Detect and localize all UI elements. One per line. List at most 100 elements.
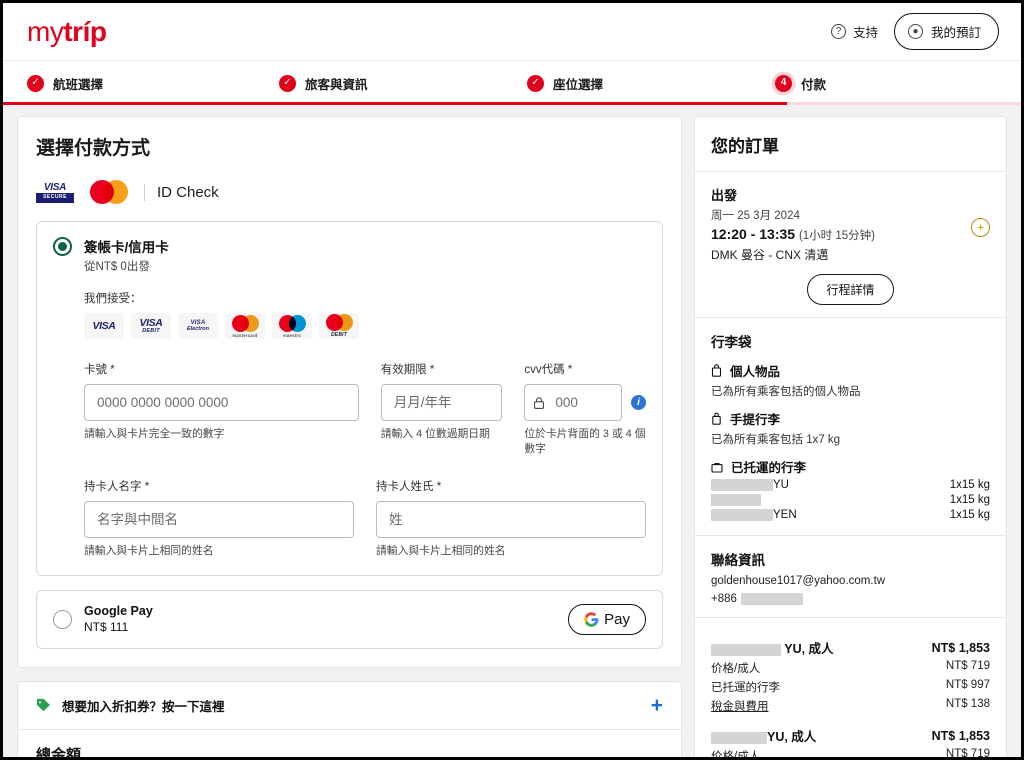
baggage-item-name: 個人物品	[730, 365, 781, 379]
expiry-label: 有效期限 *	[380, 364, 435, 376]
checked-bag-qty: 1x15 kg	[949, 494, 990, 506]
itinerary-details-button[interactable]: 行程詳情	[807, 274, 894, 305]
browser-page: mytríp ? 支持 ● 我的預訂 ✓ 航班選擇 ✓ 旅客與資訊 ✓ 座位選擇…	[0, 0, 1024, 760]
departure-route: DMK 曼谷 - CNX 清邁	[711, 248, 829, 262]
last-name-input[interactable]	[376, 501, 646, 539]
coupon-and-total-card: 想要加入折扣券？按一下這裡 + 總金額 小計 NT$ 5,560 付款選項	[17, 680, 682, 760]
google-pay-method-box[interactable]: Google Pay NT$ 111 Pay	[36, 589, 663, 649]
itinerary-details-wrap: 行程詳情	[711, 274, 990, 305]
price-line-label: 价格/成人	[711, 663, 761, 676]
card-number-input[interactable]	[84, 384, 359, 421]
departure-section: 出發 周一 25 3月 2024 12:20 - 13:35 (1小时 15分钟…	[695, 172, 1006, 318]
card-number-hint: 請輸入與卡片完全一致的數字	[84, 428, 225, 440]
card-method-radio[interactable]	[53, 237, 72, 256]
redacted-name	[711, 508, 773, 521]
user-circle-icon: ●	[907, 24, 923, 39]
mastercard-card-icon: mastercard	[225, 313, 265, 339]
baggage-item-checked: 已托運的行李 YU 1x15 kg 1x15 kg YEN 1x15 kg	[711, 457, 990, 523]
card-payment-method-box[interactable]: 簽帳卡/信用卡 從NT$ 0出發 我們接受： VISA VISA DEBIT VI…	[36, 221, 663, 576]
google-pay-radio[interactable]	[53, 610, 72, 630]
order-summary-title: 您的訂單	[711, 137, 779, 156]
expiry-group: 有效期限 * 請輸入 4 位數過期日期	[380, 361, 503, 456]
expiry-hint: 請輸入 4 位數過期日期	[380, 428, 490, 440]
my-booking-label: 我的預訂	[930, 26, 981, 40]
taxes-and-fees-link[interactable]: 稅金與費用	[711, 698, 769, 714]
departure-duration: (1小时 15分钟)	[798, 230, 875, 242]
price-line-value: NT$ 997	[945, 679, 990, 692]
checked-bag-qty: 1x15 kg	[949, 479, 990, 491]
last-name-hint: 請輸入與卡片上相同的姓名	[376, 545, 506, 558]
progress-fill	[3, 102, 787, 105]
step-seat-selection[interactable]: ✓ 座位選擇	[527, 74, 775, 93]
first-name-input[interactable]	[84, 501, 354, 539]
step-flight-selection[interactable]: ✓ 航班選擇	[27, 74, 279, 93]
checked-bag-row: 1x15 kg	[711, 493, 990, 508]
baggage-section: 行李袋 個人物品 已為所有乘客包括的個人物品 手提行李 已為所有乘客包括 1x7…	[695, 318, 1006, 536]
my-booking-button[interactable]: ● 我的預訂	[893, 13, 999, 50]
card-form-row-1: 卡號 * 請輸入與卡片完全一致的數字 有效期限 * 請輸入 4 位數過期日期 c…	[84, 361, 647, 456]
page-body: 選擇付款方式 VISA SECURE ID Check 簽帳卡/信用卡 從NT$…	[3, 105, 1021, 760]
price-line-value: NT$ 138	[945, 698, 990, 711]
baggage-item-name: 手提行李	[730, 413, 781, 427]
visa-electron-card-icon: VISA Electron	[178, 313, 218, 339]
mytrip-logo[interactable]: mytríp	[27, 15, 107, 48]
card-method-subtitle: 從NT$ 0出發	[84, 261, 150, 273]
plus-icon[interactable]: +	[651, 695, 663, 716]
step-done-icon: ✓	[279, 74, 296, 92]
expiry-input[interactable]	[380, 384, 503, 421]
payment-column: 選擇付款方式 VISA SECURE ID Check 簽帳卡/信用卡 從NT$…	[17, 116, 682, 760]
departure-label: 出發	[711, 188, 738, 203]
passenger-surname: YU	[773, 479, 789, 491]
redacted-name	[711, 493, 761, 506]
coupon-label: 想要加入折扣券？按一下這裡	[62, 699, 225, 714]
google-g-icon	[584, 612, 599, 627]
phone-prefix: +886	[711, 593, 737, 606]
coupon-row[interactable]: 想要加入折扣券？按一下這裡 +	[18, 682, 681, 730]
first-name-hint: 請輸入與卡片上相同的姓名	[84, 545, 214, 558]
logo-part-p: p	[89, 15, 107, 47]
google-pay-name: Google Pay	[84, 603, 153, 618]
step-passenger-info[interactable]: ✓ 旅客與資訊	[279, 74, 527, 93]
total-title: 總金額	[36, 746, 82, 760]
support-link[interactable]: ? 支持	[830, 22, 878, 41]
redacted-name	[711, 643, 781, 656]
maestro-card-icon: maestro	[272, 313, 312, 339]
airplane-circle-icon	[971, 218, 990, 237]
baggage-title: 行李袋	[711, 335, 752, 350]
google-pay-button[interactable]: Pay	[568, 603, 646, 635]
support-label: 支持	[852, 26, 878, 40]
step-label: 座位選擇	[553, 77, 604, 92]
cvv-label: cvv代碼 *	[524, 364, 573, 376]
price-line-label: 价格/成人	[711, 751, 761, 760]
checked-bag-icon	[711, 462, 723, 473]
passenger-price-line: 价格/成人 NT$ 719	[711, 660, 990, 676]
price-line-value: NT$ 719	[945, 748, 990, 760]
redacted-name	[711, 478, 773, 491]
coupon-left: 想要加入折扣券？按一下這裡	[36, 696, 225, 715]
id-check-label: ID Check	[144, 183, 219, 201]
first-name-group: 持卡人名字 * 請輸入與卡片上相同的姓名	[84, 478, 354, 559]
tag-icon	[36, 699, 51, 712]
accepted-card-logos: VISA VISA DEBIT VISA Electron mastercard m…	[84, 313, 646, 339]
google-pay-price: NT$ 111	[84, 619, 129, 634]
passenger-price-block: YU, 成人 NT$ 1,853 价格/成人 NT$ 719 已托運的行李 NT…	[711, 726, 990, 760]
baggage-item-desc: 已為所有乘客包括的個人物品	[711, 386, 861, 398]
card-number-label: 卡號 *	[84, 364, 115, 376]
step-payment[interactable]: 4 付款	[775, 74, 826, 93]
contact-phone: +886	[711, 593, 990, 605]
cvv-input[interactable]	[524, 384, 623, 421]
site-header: mytríp ? 支持 ● 我的預訂	[3, 3, 1021, 60]
checked-bag-row: YEN 1x15 kg	[711, 508, 990, 523]
baggage-item-name: 已托運的行李	[731, 461, 807, 475]
passenger-price-line: 已托運的行李 NT$ 997	[711, 679, 990, 695]
checked-bag-rows: YU 1x15 kg 1x15 kg YEN 1x15 kg	[711, 478, 990, 523]
passenger-name: YU, 成人	[784, 642, 834, 657]
cvv-input-wrap: i	[524, 384, 647, 421]
redacted-name	[711, 731, 767, 744]
info-icon[interactable]: i	[631, 395, 647, 410]
payment-method-card: 選擇付款方式 VISA SECURE ID Check 簽帳卡/信用卡 從NT$…	[17, 116, 682, 668]
card-method-header[interactable]: 簽帳卡/信用卡 從NT$ 0出發	[53, 236, 646, 274]
order-summary-column: 您的訂單 出發 周一 25 3月 2024 12:20 - 13:35 (1小时…	[694, 116, 1007, 760]
page-title: 選擇付款方式	[36, 138, 151, 159]
last-name-label: 持卡人姓氏 *	[376, 481, 442, 494]
